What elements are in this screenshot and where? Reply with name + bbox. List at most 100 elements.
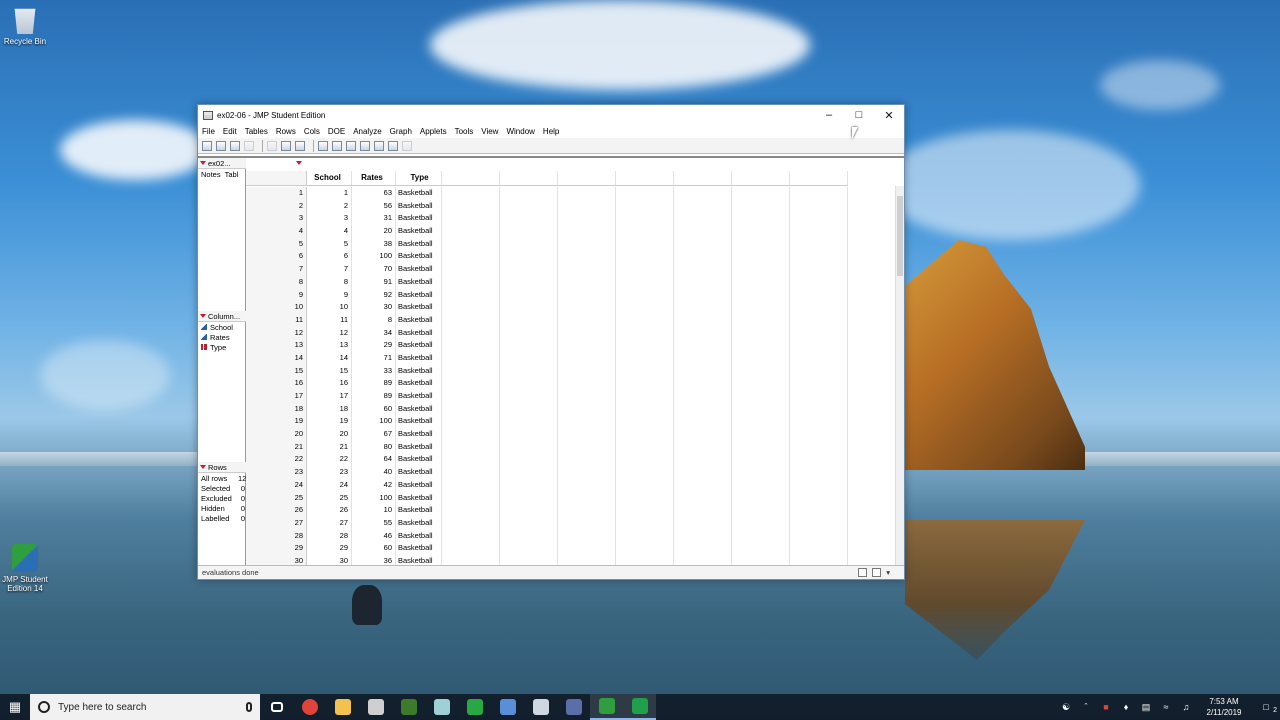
menu-tables[interactable]: Tables xyxy=(245,127,268,136)
empty-cell[interactable] xyxy=(442,288,500,302)
empty-cell[interactable] xyxy=(558,313,616,327)
empty-cell[interactable] xyxy=(616,415,674,429)
row-number-cell[interactable]: 14 xyxy=(246,351,307,365)
empty-cell[interactable] xyxy=(732,199,790,213)
school-cell[interactable]: 20 xyxy=(307,428,352,441)
menu-graph[interactable]: Graph xyxy=(390,127,412,136)
empty-cell[interactable] xyxy=(558,377,616,390)
empty-cell[interactable] xyxy=(616,516,674,530)
microphone-icon[interactable] xyxy=(246,702,252,712)
empty-cell[interactable] xyxy=(790,199,848,213)
school-cell[interactable]: 5 xyxy=(307,237,352,251)
empty-cell[interactable] xyxy=(616,542,674,555)
empty-cell[interactable] xyxy=(674,199,732,213)
empty-cell[interactable] xyxy=(616,402,674,416)
empty-cell[interactable] xyxy=(558,237,616,251)
empty-cell[interactable] xyxy=(732,313,790,327)
empty-cell[interactable] xyxy=(732,542,790,555)
red-triangle-menu-icon[interactable] xyxy=(200,314,206,318)
menu-file[interactable]: File xyxy=(202,127,215,136)
school-cell[interactable]: 9 xyxy=(307,288,352,302)
school-cell[interactable]: 28 xyxy=(307,529,352,543)
empty-cell[interactable] xyxy=(616,250,674,264)
empty-cell[interactable] xyxy=(674,529,732,543)
type-cell[interactable]: Basketball xyxy=(396,225,442,238)
rates-cell[interactable]: 91 xyxy=(352,275,396,289)
script-arrow-icon[interactable] xyxy=(388,140,398,151)
empty-cell[interactable] xyxy=(732,504,790,517)
empty-cell[interactable] xyxy=(500,313,558,327)
empty-cell[interactable] xyxy=(790,390,848,403)
table-row[interactable]: 4 4 20 Basketball xyxy=(246,225,848,238)
empty-cell[interactable] xyxy=(500,377,558,390)
people-icon[interactable]: ☯ xyxy=(1056,702,1076,713)
empty-cell[interactable] xyxy=(674,491,732,505)
type-cell[interactable]: Basketball xyxy=(396,428,442,441)
empty-cell[interactable] xyxy=(674,466,732,479)
empty-cell[interactable] xyxy=(616,478,674,492)
empty-cell[interactable] xyxy=(732,351,790,365)
empty-cell[interactable] xyxy=(790,288,848,302)
school-cell[interactable]: 3 xyxy=(307,212,352,226)
empty-cell[interactable] xyxy=(732,187,790,200)
empty-cell[interactable] xyxy=(442,212,500,226)
table-row[interactable]: 6 6 100 Basketball xyxy=(246,250,848,264)
empty-cell[interactable] xyxy=(616,364,674,378)
row-number-cell[interactable]: 10 xyxy=(246,301,307,314)
rates-cell[interactable]: 33 xyxy=(352,364,396,378)
row-number-cell[interactable]: 1 xyxy=(246,187,307,200)
empty-cell[interactable] xyxy=(500,402,558,416)
empty-cell[interactable] xyxy=(732,491,790,505)
empty-cell[interactable] xyxy=(790,351,848,365)
row-number-cell[interactable]: 29 xyxy=(246,542,307,555)
type-cell[interactable]: Basketball xyxy=(396,402,442,416)
empty-cell[interactable] xyxy=(674,440,732,454)
type-cell[interactable]: Basketball xyxy=(396,199,442,213)
paste-icon[interactable] xyxy=(295,140,305,151)
empty-cell[interactable] xyxy=(442,250,500,264)
school-cell[interactable]: 12 xyxy=(307,326,352,340)
empty-cell[interactable] xyxy=(500,225,558,238)
row-number-cell[interactable]: 9 xyxy=(246,288,307,302)
empty-cell[interactable] xyxy=(616,377,674,390)
rates-cell[interactable]: 71 xyxy=(352,351,396,365)
row-number-cell[interactable]: 23 xyxy=(246,466,307,479)
table-row[interactable]: 26 26 10 Basketball xyxy=(246,504,848,517)
menu-edit[interactable]: Edit xyxy=(223,127,237,136)
empty-cell[interactable] xyxy=(500,288,558,302)
row-number-cell[interactable]: 3 xyxy=(246,212,307,226)
empty-cell[interactable] xyxy=(732,466,790,479)
empty-cell[interactable] xyxy=(674,364,732,378)
empty-cell[interactable] xyxy=(442,491,500,505)
rates-cell[interactable]: 20 xyxy=(352,225,396,238)
empty-cell[interactable] xyxy=(790,364,848,378)
table-row[interactable]: 12 12 34 Basketball xyxy=(246,326,848,340)
empty-cell[interactable] xyxy=(790,428,848,441)
network-icon[interactable]: ▤ xyxy=(1136,702,1156,713)
taskbar-app-jmp-im[interactable] xyxy=(557,694,590,720)
menu-doe[interactable]: DOE xyxy=(328,127,345,136)
type-cell[interactable]: Basketball xyxy=(396,478,442,492)
row-number-cell[interactable]: 18 xyxy=(246,402,307,416)
empty-cell[interactable] xyxy=(674,428,732,441)
type-cell[interactable]: Basketball xyxy=(396,250,442,264)
wifi-icon[interactable]: ≈ xyxy=(1156,702,1176,712)
table-row[interactable]: 8 8 91 Basketball xyxy=(246,275,848,289)
type-cell[interactable]: Basketball xyxy=(396,491,442,505)
columns-panel-header[interactable]: Column... xyxy=(198,311,246,322)
rates-cell[interactable]: 10 xyxy=(352,504,396,517)
taskbar-search[interactable]: Type here to search xyxy=(30,694,260,720)
type-cell[interactable]: Basketball xyxy=(396,516,442,530)
school-cell[interactable]: 27 xyxy=(307,516,352,530)
type-cell[interactable]: Basketball xyxy=(396,237,442,251)
type-cell[interactable]: Basketball xyxy=(396,263,442,276)
empty-cell[interactable] xyxy=(558,504,616,517)
type-cell[interactable]: Basketball xyxy=(396,313,442,327)
school-cell[interactable]: 22 xyxy=(307,453,352,467)
row-number-cell[interactable]: 19 xyxy=(246,415,307,429)
taskbar-app-calculator[interactable] xyxy=(491,694,524,720)
type-cell[interactable]: Basketball xyxy=(396,377,442,390)
type-cell[interactable]: Basketball xyxy=(396,529,442,543)
empty-cell[interactable] xyxy=(732,250,790,264)
empty-cell[interactable] xyxy=(558,428,616,441)
